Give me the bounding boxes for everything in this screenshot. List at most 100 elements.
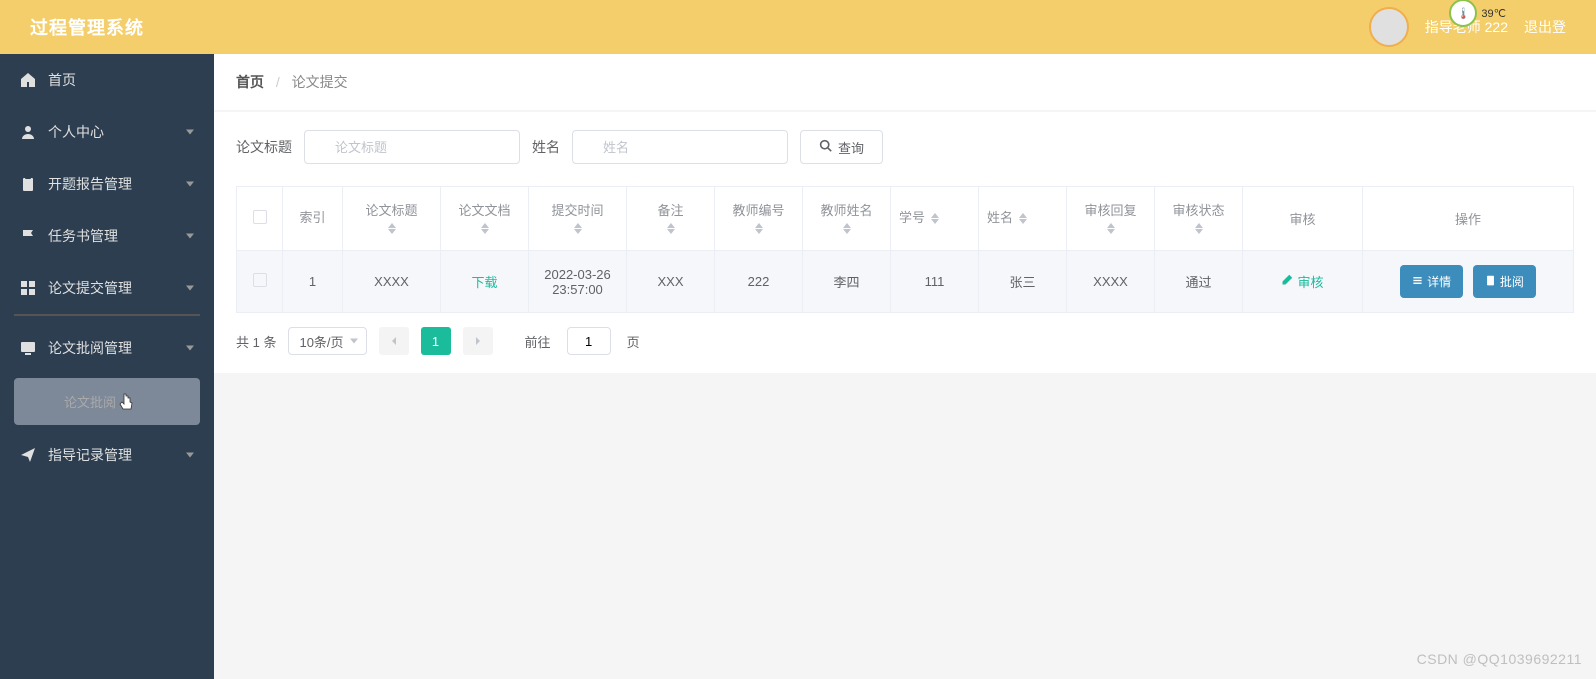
cell-teacher-name: 李四 [803,251,891,313]
cell-index: 1 [283,251,343,313]
col-remark[interactable]: 备注 [657,203,683,220]
send-icon [20,447,36,463]
filter-row: 论文标题 姓名 查询 [236,130,1574,164]
download-link[interactable]: 下载 [471,275,497,290]
query-button[interactable]: 查询 [800,130,883,164]
clipboard-icon [20,176,36,192]
logout-link[interactable]: 退出登 [1524,17,1566,37]
col-time[interactable]: 提交时间 [551,203,603,220]
breadcrumb-home[interactable]: 首页 [236,74,264,90]
next-page-button[interactable] [463,327,493,355]
cell-time: 2022-03-26 23:57:00 [529,251,627,313]
content-panel: 论文标题 姓名 查询 索引 论文标题 论文文档 [214,112,1596,373]
user-avatar-icon[interactable] [1369,7,1409,47]
sidebar-item-review[interactable]: 论文批阅管理 [0,322,214,374]
sort-icon[interactable] [755,223,763,234]
col-review-reply[interactable]: 审核回复 [1084,203,1136,220]
list-icon [1412,275,1423,289]
sidebar-label: 论文批阅管理 [48,338,132,358]
cell-teacher-id: 222 [715,251,803,313]
cell-remark: XXX [627,251,715,313]
filter-name-label: 姓名 [532,137,560,157]
col-student-id[interactable]: 学号 [899,210,925,227]
sort-icon[interactable] [1195,223,1203,234]
home-icon [20,72,36,88]
header: 过程管理系统 🌡️ 39℃ 指导老师 222 退出登 [0,0,1596,54]
temperature: 39℃ [1481,7,1506,20]
main-content: 首页 / 论文提交 论文标题 姓名 查询 [214,54,1596,679]
sort-icon[interactable] [1107,223,1115,234]
total-count: 共 1 条 [236,332,276,351]
detail-button[interactable]: 详情 [1400,265,1463,298]
col-action: 操作 [1455,212,1481,227]
table-row: 1 XXXX 下载 2022-03-26 23:57:00 XXX 222 李四… [237,251,1574,313]
sidebar-label: 论文提交管理 [48,278,132,298]
sort-icon[interactable] [1019,213,1027,224]
col-review-status[interactable]: 审核状态 [1172,203,1224,220]
sort-icon[interactable] [667,223,675,234]
sort-icon[interactable] [388,223,396,234]
sidebar-item-home[interactable]: 首页 [0,54,214,106]
edit-icon [1281,274,1293,289]
review-action-link[interactable]: 审核 [1281,272,1323,291]
chevron-right-icon [473,336,483,346]
sidebar-item-report[interactable]: 开题报告管理 [0,158,214,210]
col-student-name[interactable]: 姓名 [987,210,1013,227]
filter-title-input[interactable] [304,130,520,164]
sidebar-item-guidance[interactable]: 指导记录管理 [0,429,214,481]
divider [14,314,200,316]
cell-student-id: 111 [891,251,979,313]
select-all-checkbox[interactable] [253,210,267,224]
filter-name-input[interactable] [572,130,788,164]
document-icon [1485,275,1496,289]
sidebar-item-personal[interactable]: 个人中心 [0,106,214,158]
col-title[interactable]: 论文标题 [365,203,417,220]
cell-student-name: 张三 [979,251,1067,313]
sidebar: 首页 个人中心 开题报告管理 任务书管理 论文提交管理 论文批阅管理 论文批阅 … [0,54,214,679]
header-right: 🌡️ 39℃ 指导老师 222 退出登 [1369,7,1566,47]
goto-page-input[interactable] [567,327,611,355]
monitor-icon [20,340,36,356]
col-index[interactable]: 索引 [299,210,325,227]
data-table: 索引 论文标题 论文文档 提交时间 备注 教师编号 教师姓名 学号 姓名 审核回… [236,186,1574,313]
app-title: 过程管理系统 [30,14,144,40]
sidebar-label: 个人中心 [48,122,104,142]
goto-suffix: 页 [627,332,640,351]
table-header-row: 索引 论文标题 论文文档 提交时间 备注 教师编号 教师姓名 学号 姓名 审核回… [237,187,1574,251]
filter-title-label: 论文标题 [236,137,292,157]
user-icon [20,124,36,140]
sort-icon[interactable] [481,223,489,234]
sidebar-label: 指导记录管理 [48,445,132,465]
col-review: 审核 [1289,212,1315,227]
sort-icon[interactable] [843,223,851,234]
sort-icon[interactable] [574,223,582,234]
col-doc[interactable]: 论文文档 [458,203,510,220]
page-size-select[interactable]: 10条/页 [288,327,366,355]
col-teacher-id[interactable]: 教师编号 [732,203,784,220]
col-teacher-name[interactable]: 教师姓名 [820,203,872,220]
sidebar-subitem-review[interactable]: 论文批阅 [14,378,200,425]
breadcrumb-separator: / [276,74,280,90]
row-checkbox[interactable] [253,273,267,287]
weather-widget: 🌡️ 39℃ [1449,0,1506,27]
review-button[interactable]: 批阅 [1473,265,1536,298]
search-icon [819,139,832,155]
cell-title: XXXX [343,251,441,313]
sort-icon[interactable] [931,213,939,224]
breadcrumb: 首页 / 论文提交 [214,54,1596,110]
page-number-button[interactable]: 1 [421,327,451,355]
sidebar-label: 首页 [48,70,76,90]
cell-review-reply: XXXX [1067,251,1155,313]
watermark: CSDN @QQ1039692211 [1417,651,1582,667]
query-button-label: 查询 [838,138,864,157]
sidebar-label: 开题报告管理 [48,174,132,194]
weather-icon: 🌡️ [1449,0,1477,27]
goto-prefix: 前往 [525,332,551,351]
sidebar-item-task[interactable]: 任务书管理 [0,210,214,262]
prev-page-button[interactable] [379,327,409,355]
sidebar-item-submit[interactable]: 论文提交管理 [0,262,214,314]
breadcrumb-current: 论文提交 [292,74,348,90]
grid-icon [20,280,36,296]
flag-icon [20,228,36,244]
chevron-left-icon [389,336,399,346]
